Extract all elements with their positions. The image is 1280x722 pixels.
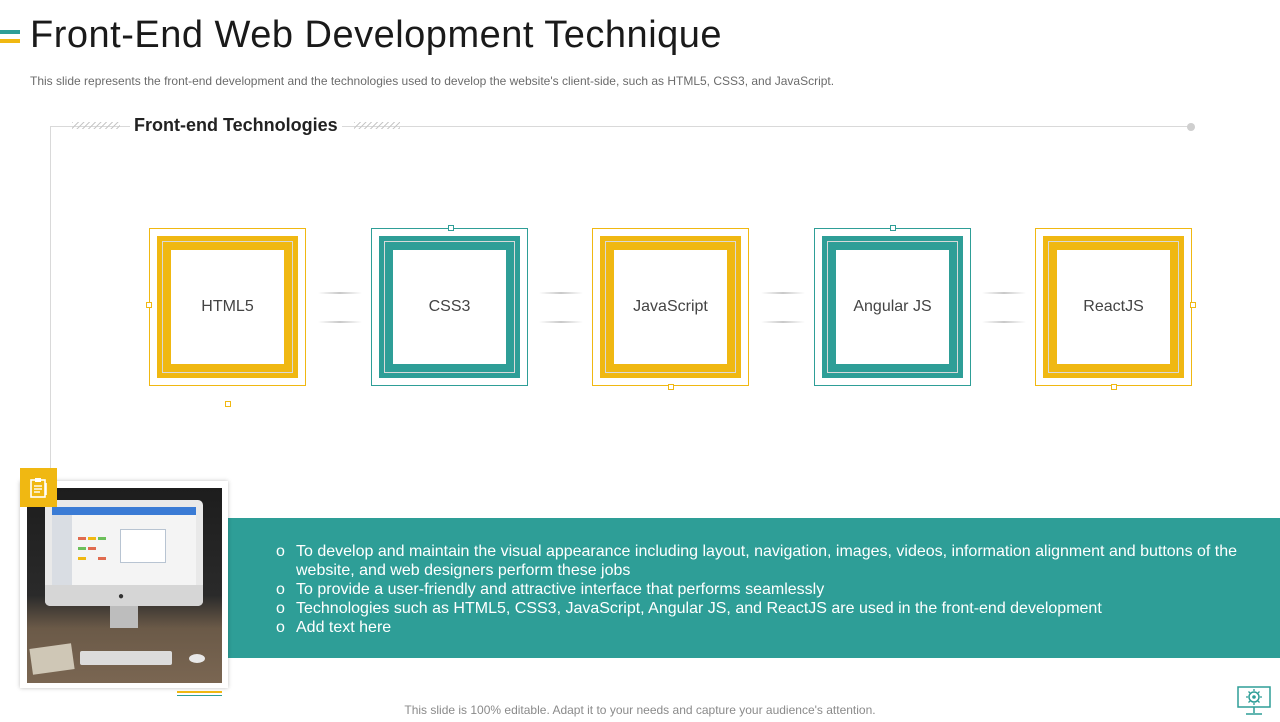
photo-underline [177, 691, 222, 693]
tech-card-html5[interactable]: HTML5 [149, 228, 306, 386]
connector-line [539, 292, 583, 294]
selection-handle[interactable] [1111, 384, 1117, 390]
bullet-icon: o [276, 619, 285, 636]
slide-subtitle[interactable]: This slide represents the front-end deve… [30, 74, 834, 88]
selection-handle[interactable] [1190, 302, 1196, 308]
list-item: o To develop and maintain the visual appe… [276, 543, 1238, 579]
title-accent-bars [0, 30, 20, 46]
tech-label-angular-js: Angular JS [827, 241, 958, 373]
tech-label-javascript: JavaScript [605, 241, 736, 373]
frame-left-line [50, 126, 51, 471]
connector-line [318, 321, 362, 323]
connector-line [539, 321, 583, 323]
bullet-icon: o [276, 543, 285, 560]
tech-label-reactjs: ReactJS [1048, 241, 1179, 373]
connector-line [982, 321, 1026, 323]
tech-card-css3[interactable]: CSS3 [371, 228, 528, 386]
list-item: o Add text here [276, 619, 392, 636]
footer-note[interactable]: This slide is 100% editable. Adapt it to… [0, 703, 1280, 717]
frame-end-dot [1187, 123, 1195, 131]
heading-hatch-right [354, 122, 400, 129]
info-bullet-list[interactable]: o To develop and maintain the visual appe… [276, 542, 1246, 637]
selection-handle[interactable] [890, 225, 896, 231]
apple-logo-icon: ● [118, 591, 125, 602]
bullet-icon: o [276, 581, 285, 598]
tech-label-html5: HTML5 [162, 241, 293, 373]
list-item: o To provide a user-friendly and attracti… [276, 581, 825, 598]
selection-handle[interactable] [448, 225, 454, 231]
photo-frame[interactable]: ● [20, 481, 228, 688]
tech-label-css3: CSS3 [384, 241, 515, 373]
tech-card-reactjs[interactable]: ReactJS [1035, 228, 1192, 386]
connector-line [761, 292, 805, 294]
bullet-icon: o [276, 600, 285, 617]
heading-hatch-left [72, 122, 120, 129]
desktop-computer-photo: ● [27, 488, 222, 683]
section-heading[interactable]: Front-end Technologies [130, 115, 342, 136]
photo-underline [177, 695, 222, 696]
slide-title[interactable]: Front-End Web Development Technique [30, 14, 722, 57]
tech-card-javascript[interactable]: JavaScript [592, 228, 749, 386]
selection-handle[interactable] [146, 302, 152, 308]
connector-line [982, 292, 1026, 294]
selection-handle[interactable] [668, 384, 674, 390]
clipboard-icon [20, 468, 57, 507]
monitor-gear-icon [1236, 685, 1272, 717]
selection-handle[interactable] [225, 401, 231, 407]
list-item: o Technologies such as HTML5, CSS3, JavaS… [276, 600, 1102, 617]
tech-card-angular-js[interactable]: Angular JS [814, 228, 971, 386]
connector-line [318, 292, 362, 294]
connector-line [761, 321, 805, 323]
